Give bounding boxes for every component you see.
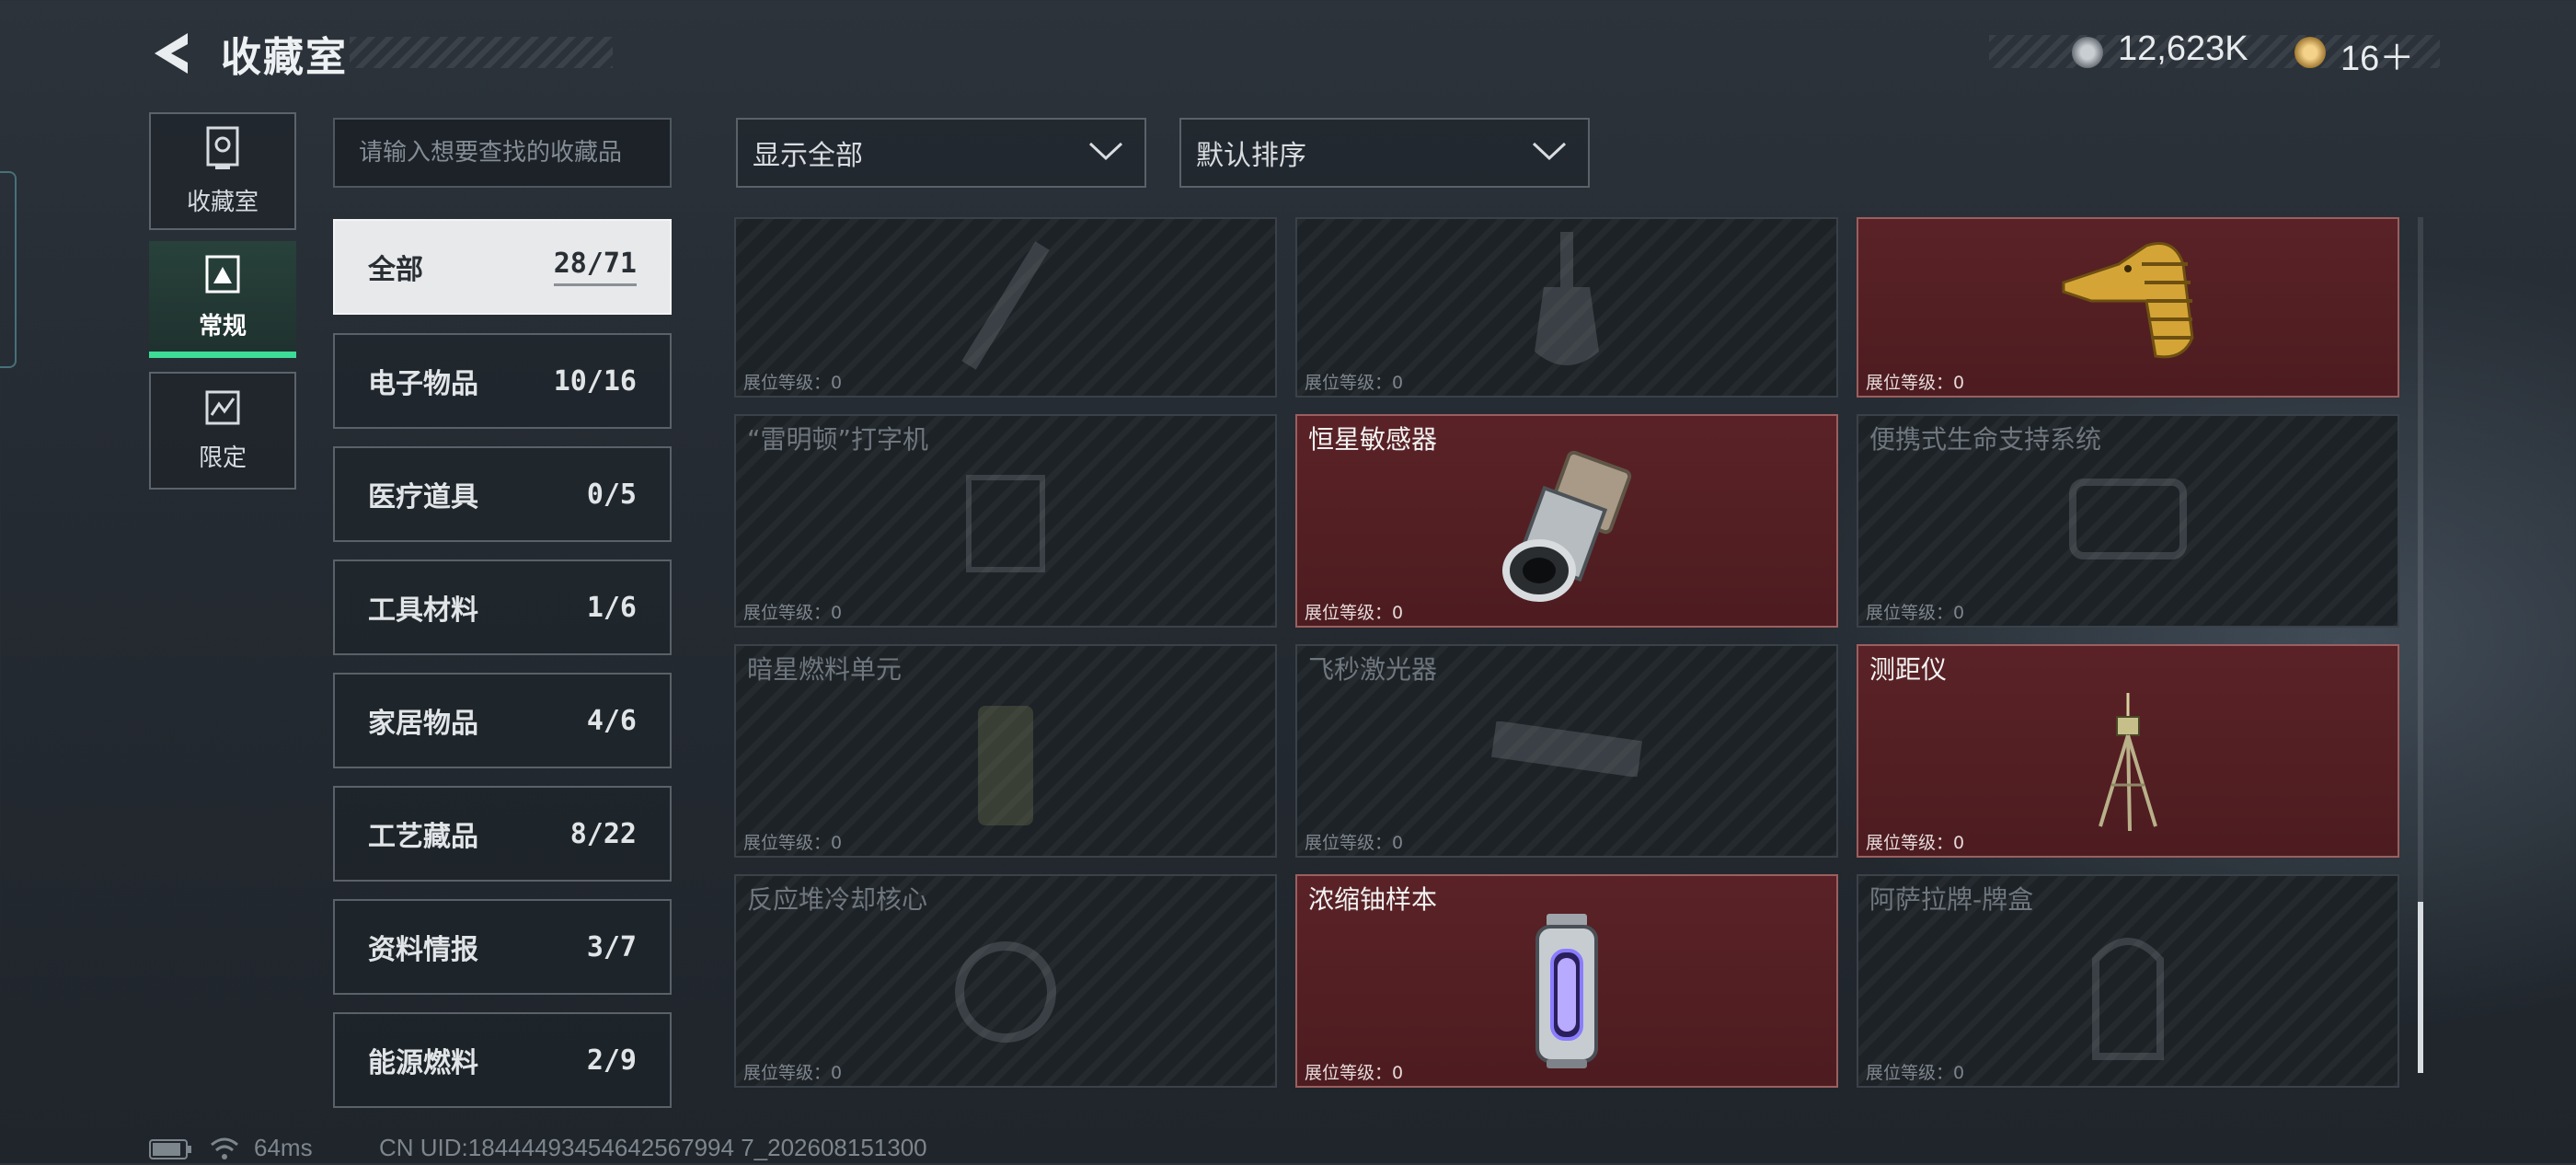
category-intel[interactable]: 资料情报 3/7 bbox=[333, 899, 672, 995]
scrollbar-thumb[interactable] bbox=[2418, 902, 2423, 1073]
booth-level: 展位等级：0 bbox=[1866, 833, 1965, 853]
chevron-down-icon bbox=[1087, 140, 1124, 166]
collection-card[interactable]: 阿萨拉牌-牌盒 展位等级：0 bbox=[1857, 874, 2399, 1088]
coin-icon bbox=[2072, 37, 2103, 68]
premium-coin-icon bbox=[2294, 37, 2326, 68]
collection-room-icon bbox=[204, 126, 241, 174]
battery-icon bbox=[149, 1139, 193, 1163]
booth-level: 展位等级：0 bbox=[1305, 373, 1404, 393]
booth-level: 展位等级：0 bbox=[743, 373, 843, 393]
reactor-core-image bbox=[950, 928, 1061, 1060]
life-support-image bbox=[2064, 464, 2192, 578]
category-name: 工具材料 bbox=[368, 594, 478, 627]
nav-label: 常规 bbox=[198, 312, 247, 340]
card-box-image bbox=[2087, 923, 2169, 1065]
item-name: “雷明顿”打字机 bbox=[747, 424, 929, 455]
category-count: 3/7 bbox=[586, 930, 637, 963]
booth-level: 展位等级：0 bbox=[743, 833, 843, 853]
category-count: 28/71 bbox=[553, 248, 637, 286]
category-electronics[interactable]: 电子物品 10/16 bbox=[333, 333, 672, 429]
collection-card[interactable]: 展位等级：0 bbox=[1295, 217, 1838, 398]
back-arrow-icon[interactable] bbox=[147, 29, 199, 77]
category-energy[interactable]: 能源燃料 2/9 bbox=[333, 1012, 672, 1108]
booth-level: 展位等级：0 bbox=[1305, 833, 1404, 853]
fuel-cell-image bbox=[969, 697, 1042, 838]
nav-regular[interactable]: 常规 bbox=[149, 241, 296, 353]
category-tools[interactable]: 工具材料 1/6 bbox=[333, 559, 672, 655]
category-household[interactable]: 家居物品 4/6 bbox=[333, 673, 672, 768]
title-decoration bbox=[350, 37, 613, 68]
collection-card[interactable]: 暗星燃料单元 展位等级：0 bbox=[734, 644, 1277, 858]
category-count: 1/6 bbox=[586, 591, 637, 624]
category-count: 10/16 bbox=[553, 364, 637, 398]
collection-card[interactable]: 展位等级：0 bbox=[734, 217, 1277, 398]
item-image bbox=[1525, 232, 1608, 383]
item-name: 便携式生命支持系统 bbox=[1869, 424, 2102, 455]
item-name: 阿萨拉牌-牌盒 bbox=[1869, 884, 2034, 915]
item-name: 恒星敏感器 bbox=[1308, 424, 1438, 455]
nav-label: 收藏室 bbox=[186, 188, 259, 216]
collection-card[interactable]: 便携式生命支持系统 展位等级：0 bbox=[1857, 414, 2399, 628]
item-name: 浓缩铀样本 bbox=[1308, 884, 1438, 915]
category-count: 0/5 bbox=[586, 478, 637, 511]
collection-card[interactable]: 浓缩铀样本 展位等级：0 bbox=[1295, 874, 1838, 1088]
category-name: 工艺藏品 bbox=[368, 821, 478, 853]
display-filter-dropdown[interactable]: 显示全部 bbox=[736, 118, 1146, 188]
category-medical[interactable]: 医疗道具 0/5 bbox=[333, 446, 672, 542]
uid-text: CN UID:18444493454642567994 7_2026081513… bbox=[379, 1134, 927, 1161]
booth-level: 展位等级：0 bbox=[1866, 603, 1965, 623]
category-count: 8/22 bbox=[569, 817, 637, 850]
category-name: 家居物品 bbox=[368, 708, 478, 740]
femtosecond-laser-image bbox=[1489, 721, 1645, 780]
star-sensor-image bbox=[1493, 451, 1640, 611]
booth-level: 展位等级：0 bbox=[743, 603, 843, 623]
category-name: 全部 bbox=[368, 254, 423, 286]
item-image bbox=[950, 236, 1061, 378]
edge-handle[interactable] bbox=[0, 171, 17, 368]
booth-level: 展位等级：0 bbox=[1305, 1063, 1404, 1083]
category-name: 医疗道具 bbox=[368, 481, 478, 513]
nav-collection-room[interactable]: 收藏室 bbox=[149, 112, 296, 230]
dropdown-value: 显示全部 bbox=[753, 140, 863, 172]
sort-dropdown[interactable]: 默认排序 bbox=[1179, 118, 1590, 188]
page-title: 收藏室 bbox=[221, 34, 348, 81]
category-all[interactable]: 全部 28/71 bbox=[333, 219, 672, 315]
booth-level: 展位等级：0 bbox=[743, 1063, 843, 1083]
wifi-icon bbox=[210, 1136, 239, 1165]
rangefinder-image bbox=[2091, 692, 2165, 835]
collection-card[interactable]: 展位等级：0 bbox=[1857, 217, 2399, 398]
booth-level: 展位等级：0 bbox=[1305, 603, 1404, 623]
category-name: 能源燃料 bbox=[368, 1047, 478, 1079]
booth-level: 展位等级：0 bbox=[1866, 373, 1965, 393]
item-name: 测距仪 bbox=[1869, 654, 1948, 685]
collection-card[interactable]: 恒星敏感器 展位等级：0 bbox=[1295, 414, 1838, 628]
dropdown-value: 默认排序 bbox=[1196, 140, 1306, 172]
nav-limited[interactable]: 限定 bbox=[149, 372, 296, 490]
regular-icon bbox=[204, 254, 241, 298]
collection-card[interactable]: “雷明顿”打字机 展位等级：0 bbox=[734, 414, 1277, 628]
category-name: 资料情报 bbox=[368, 934, 478, 966]
chevron-down-icon bbox=[1531, 140, 1568, 166]
nav-label: 限定 bbox=[198, 444, 247, 472]
coin-amount: 12,623K bbox=[2118, 29, 2248, 68]
category-name: 电子物品 bbox=[368, 368, 478, 400]
typewriter-image bbox=[960, 459, 1052, 582]
item-name: 暗星燃料单元 bbox=[747, 654, 903, 685]
enriched-uranium-image bbox=[1530, 913, 1604, 1074]
collection-card[interactable]: 反应堆冷却核心 展位等级：0 bbox=[734, 874, 1277, 1088]
category-count: 4/6 bbox=[586, 704, 637, 737]
premium-amount[interactable]: 16＋ bbox=[2340, 29, 2414, 80]
search-input[interactable] bbox=[333, 118, 672, 188]
golden-crocodile-statue-image bbox=[2054, 227, 2202, 369]
category-crafts[interactable]: 工艺藏品 8/22 bbox=[333, 786, 672, 882]
category-count: 2/9 bbox=[586, 1044, 637, 1077]
item-name: 飞秒激光器 bbox=[1308, 654, 1438, 685]
ping-text: 64ms bbox=[254, 1134, 313, 1161]
limited-icon bbox=[204, 389, 241, 430]
booth-level: 展位等级：0 bbox=[1866, 1063, 1965, 1083]
collection-card[interactable]: 测距仪 展位等级：0 bbox=[1857, 644, 2399, 858]
collection-card[interactable]: 飞秒激光器 展位等级：0 bbox=[1295, 644, 1838, 858]
active-indicator bbox=[149, 352, 296, 358]
item-name: 反应堆冷却核心 bbox=[747, 884, 928, 915]
